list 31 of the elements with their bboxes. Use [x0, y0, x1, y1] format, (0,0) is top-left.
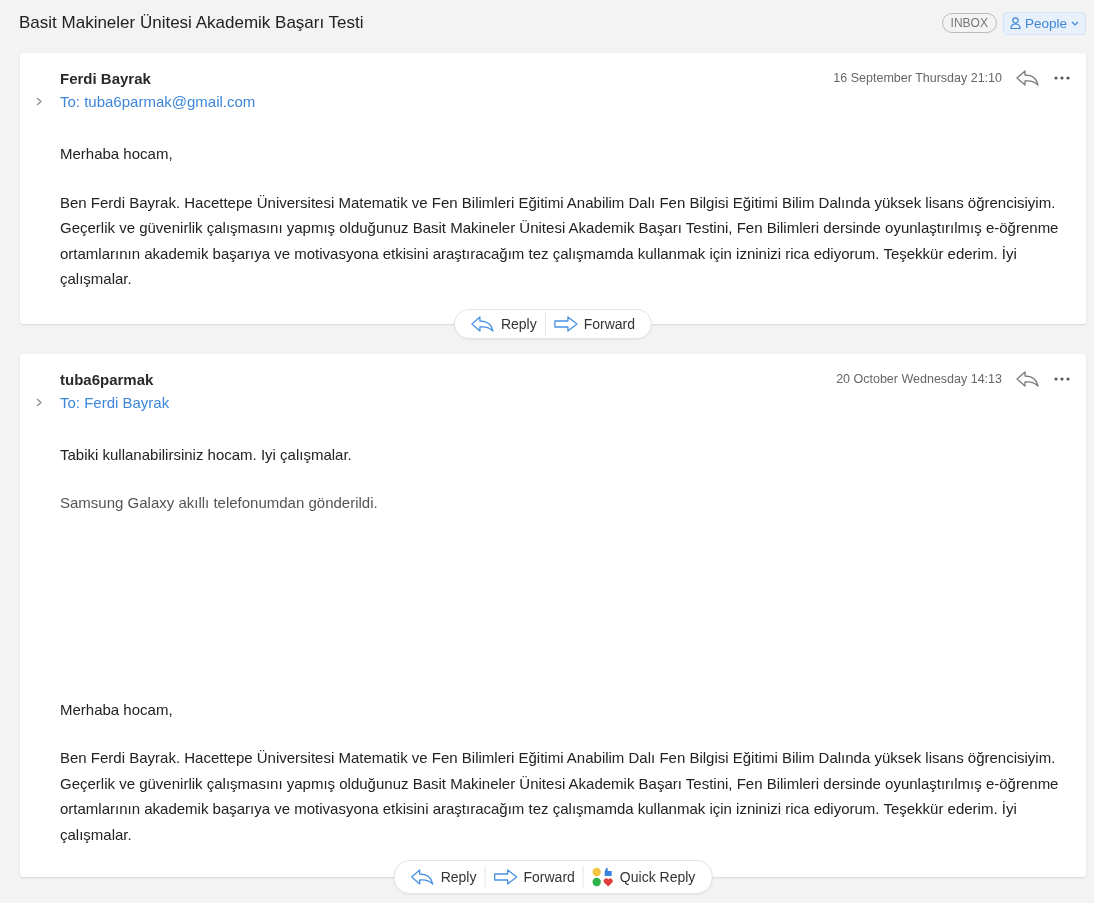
- expand-chevron-icon[interactable]: [36, 397, 42, 407]
- reply-icon: [470, 315, 495, 332]
- reply-icon: [410, 869, 435, 885]
- reply-button[interactable]: Reply: [462, 312, 545, 335]
- forward-icon: [553, 315, 578, 332]
- more-icon[interactable]: [1054, 376, 1070, 381]
- reply-button[interactable]: Reply: [402, 866, 485, 888]
- email-signature: Samsung Galaxy akıllı telefonumdan gönderildi.: [60, 493, 379, 513]
- quoted-paragraph: Ben Ferdi Bayrak. Hacettepe Üniversitesi Matematik ve Fen Bilimleri Eğitimi Anabilim Dalı Fen Bilgisi Eğitimi Bilim Dalında yüksek lisans öğrencisiyim. Geçerlik ve güvenirlik çalışmasını yapmış olduğunuz Basit Makineler Ünitesi Akademik Başarı Testini, Fen Bilimleri dersinde oyunlaştırılmış e-öğrenme ortamlarının akademik başarıya ve motivasyona etkisini araştıracağım tez çalışmamda kullanmak için izninizi rica ediyorum. Teşekkür ederim. İyi çalışmalar.: [60, 748, 1060, 845]
- person-icon: [1009, 17, 1021, 29]
- forward-button[interactable]: Forward: [485, 866, 583, 888]
- recipient-link[interactable]: To: tuba6parmak@gmail.com: [60, 93, 256, 110]
- forward-icon: [493, 869, 518, 885]
- sender-name: Ferdi Bayrak: [60, 70, 152, 87]
- quoted-paragraph: Merhaba hocam,: [60, 699, 174, 720]
- message-date: 16 September Thursday 21:10: [833, 71, 1002, 85]
- forward-button[interactable]: Forward: [545, 312, 644, 335]
- email-subject: Basit Makineler Ünitesi Akademik Başarı Testi: [19, 13, 364, 33]
- recipient-link[interactable]: To: Ferdi Bayrak: [60, 393, 170, 411]
- quick-reply-button[interactable]: Quick Reply: [583, 864, 704, 890]
- reply-icon[interactable]: [1016, 370, 1040, 387]
- message-date: 20 October Wednesday 14:13: [836, 371, 1002, 386]
- reply-icon[interactable]: [1016, 70, 1040, 86]
- chevron-down-icon: [1071, 20, 1079, 26]
- expand-chevron-icon[interactable]: [36, 97, 42, 106]
- email-paragraph: Tabiki kullanabilirsiniz hocam. Iyi çalışmalar.: [60, 444, 353, 465]
- reactions-icon: [591, 867, 614, 887]
- sender-name: tuba6parmak: [60, 370, 155, 388]
- email-paragraph: Ben Ferdi Bayrak. Hacettepe Üniversitesi Matematik ve Fen Bilimleri Eğitimi Anabilim Dalı Fen Bilgisi Eğitimi Bilim Dalında yüksek lisans öğrencisiyim. Geçerlik ve güvenirlik çalışmasını yapmış olduğunuz Basit Makineler Ünitesi Akademik Başarı Testini, Fen Bilimleri dersinde oyunlaştırılmış e-öğrenme ortamlarının akademik başarıya ve motivasyona etkisini araştıracağım tez çalışmamda kullanmak için izninizi rica ediyorum. Teşekkür ederim. İyi çalışmalar.: [60, 192, 1060, 289]
- email-paragraph: Merhaba hocam,: [60, 144, 174, 164]
- more-icon[interactable]: [1054, 76, 1070, 80]
